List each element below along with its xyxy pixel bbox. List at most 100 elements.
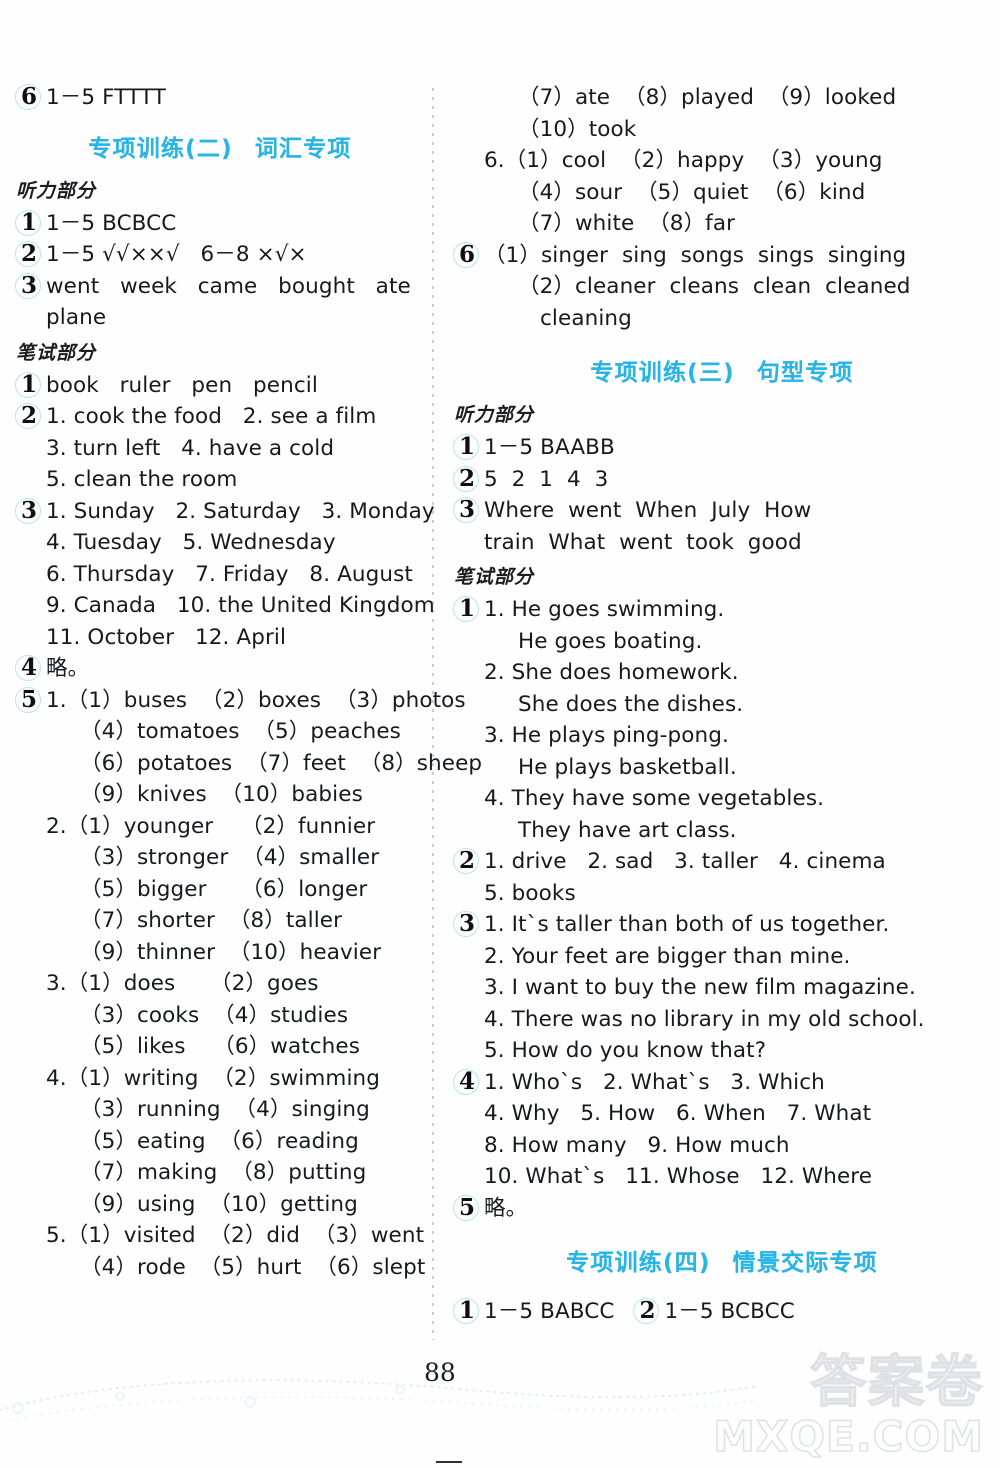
answer-item: 1 book ruler pen pencil: [14, 370, 426, 402]
answer-line: 11. October 12. April: [46, 624, 287, 650]
answer-body: book ruler pen pencil: [46, 370, 426, 402]
answer-body: 1－5 √√××√ 6－8 ×√×: [46, 239, 426, 271]
question-number: 3: [14, 271, 44, 301]
answer-line: He goes boating.: [518, 628, 703, 654]
answer-line: 4. Why 5. How 6. When 7. What: [484, 1101, 872, 1126]
question-number: 6: [452, 240, 482, 270]
answer-line: 4.（1）writing （2）swimming: [46, 1065, 381, 1091]
question-number: 2: [14, 239, 44, 269]
answer-line: 1－5 BABCC: [484, 1299, 615, 1324]
answer-line: 8. How many 9. How much: [484, 1132, 790, 1158]
answer-item-continued: · （7）ate （8）played （9）looked （10）took 6.…: [452, 82, 992, 240]
answer-body: 1.（1）buses （2）boxes （3）photos （4）tomatoe…: [46, 685, 482, 1284]
answer-item: 6 （1）singer sing songs sings singing （2）…: [452, 240, 992, 335]
answer-line: 1. It`s taller than both of us together.: [484, 912, 890, 937]
answer-body: 略。: [484, 1193, 992, 1225]
answer-body: 1. cook the food 2. see a film 3. turn l…: [46, 401, 426, 496]
watermark-en-text: MXQE.COM: [712, 1412, 984, 1461]
answer-body: 1－5 BCBCC: [46, 208, 426, 240]
answer-line: 1－5 FTTTT: [46, 85, 166, 110]
answer-line: （1）singer sing songs sings singing: [484, 242, 907, 268]
answer-body: 1. Who`s 2. What`s 3. Which 4. Why 5. Ho…: [484, 1067, 992, 1193]
answer-body: 1. He goes swimming. He goes boating. 2.…: [484, 594, 992, 846]
question-number: 3: [452, 909, 482, 939]
answer-body: 1. drive 2. sad 3. taller 4. cinema 5. b…: [484, 846, 992, 909]
answer-line: They have art class.: [518, 817, 737, 843]
answer-line: （10）took: [518, 116, 637, 142]
answer-item: 1 1. He goes swimming. He goes boating. …: [452, 594, 992, 846]
answer-line: （7）shorter （8）taller: [80, 908, 343, 933]
question-number: 1: [452, 594, 482, 624]
listening-part-label: 听力部分: [454, 404, 535, 426]
answer-body: 1. It`s taller than both of us together.…: [484, 909, 992, 1067]
answer-line: 1. He goes swimming.: [484, 597, 725, 622]
answer-line: He plays basketball.: [518, 754, 737, 780]
question-number: 1: [14, 370, 44, 400]
answer-line: （7）white （8）far: [518, 211, 736, 236]
answer-line: 1. cook the food 2. see a film: [46, 404, 377, 429]
bottom-rule: [436, 1461, 462, 1463]
answer-line: 5. How do you know that?: [484, 1038, 767, 1063]
answer-item: 3 went week came bought ate plane: [14, 271, 426, 334]
answer-line: （7）ate （8）played （9）looked: [518, 85, 897, 110]
answer-line: 1. Who`s 2. What`s 3. Which: [484, 1069, 825, 1095]
section-subtitle: 句型专项: [756, 360, 854, 386]
answer-line: 2. She does homework.: [484, 660, 739, 685]
section-heading-four: 专项训练(四) 情景交际专项: [452, 1246, 992, 1280]
watermark: 答案卷 MXQE.COM: [654, 1350, 984, 1464]
answer-line: 10. What`s 11. Whose 12. Where: [484, 1164, 873, 1189]
answer-item: 1 1－5 BAABB: [452, 432, 992, 464]
answer-item: 2 5 2 1 4 3: [452, 464, 992, 496]
answer-line: 1－5 √√××√ 6－8 ×√×: [46, 242, 307, 267]
written-part-label: 笔试部分: [16, 341, 97, 364]
answer-item: 5 略。: [452, 1193, 992, 1225]
answer-line: 1.（1）buses （2）boxes （3）photos: [46, 687, 466, 713]
answer-line: （7）making （8）putting: [80, 1160, 367, 1185]
answer-body: Where went When July How train What went…: [484, 495, 992, 558]
watermark-cn-text: 答案卷: [809, 1350, 984, 1415]
answer-line: 2.（1）younger （2）funnier: [46, 813, 376, 839]
decorative-swoosh: [0, 1379, 760, 1421]
answer-item: 2 1. cook the food 2. see a film 3. turn…: [14, 401, 426, 496]
answer-item: 5 1.（1）buses （2）boxes （3）photos （4）tomat…: [14, 685, 482, 1284]
answer-line: （5）bigger （6）longer: [80, 876, 368, 902]
answer-line: （2）cleaner cleans clean cleaned: [518, 274, 911, 299]
answer-line: plane: [46, 305, 107, 330]
answer-line: cleaning: [540, 305, 632, 331]
answer-line: 1－5 BAABB: [484, 435, 615, 460]
answer-body: 略。: [46, 653, 426, 685]
answer-item: 4 略。: [14, 653, 426, 685]
answer-item: 3 1. It`s taller than both of us togethe…: [452, 909, 992, 1067]
question-number: 1: [14, 208, 44, 238]
left-column: 6 1－5 FTTTT 专项训练(二) 词汇专项 听力部分 1 1－5 BCBCC…: [14, 82, 482, 1284]
answer-item: 1 1－5 BCBCC: [14, 208, 426, 240]
answer-line: 5.（1）visited （2）did （3）went: [46, 1223, 425, 1248]
section-subtitle: 词汇专项: [254, 135, 352, 162]
answer-item: 2 1. drive 2. sad 3. taller 4. cinema 5.…: [452, 846, 992, 909]
answer-line: 6.（1）cool （2）happy （3）young: [484, 148, 883, 173]
section-subtitle: 情景交际专项: [732, 1250, 878, 1276]
question-number: 4: [14, 653, 44, 683]
question-number: 2: [452, 846, 482, 876]
answer-item: 3 Where went When July How train What we…: [452, 495, 992, 558]
answer-line: （9）knives （10）babies: [80, 782, 363, 807]
answer-line: 4. There was no library in my old school…: [484, 1006, 925, 1032]
answer-line: 3.（1）does （2）goes: [46, 971, 319, 996]
answer-body: 1. Sunday 2. Saturday 3. Monday 4. Tuesd…: [46, 496, 435, 654]
section-title: 专项训练(四): [566, 1250, 711, 1276]
answer-line: （3）running （4）singing: [80, 1097, 370, 1122]
answer-line: went week came bought ate: [46, 273, 411, 299]
answer-body: 5 2 1 4 3: [484, 464, 992, 496]
answer-line: 5. books: [484, 880, 576, 906]
written-part-label: 笔试部分: [454, 566, 535, 588]
question-number: 2: [632, 1296, 662, 1326]
question-number: 2: [452, 464, 482, 494]
answer-body: （1）singer sing songs sings singing （2）cl…: [484, 240, 992, 335]
answer-line: 4. They have some vegetables.: [484, 786, 825, 811]
answer-line: （4）sour （5）quiet （6）kind: [518, 179, 866, 205]
answer-line: （3）cooks （4）studies: [80, 1002, 349, 1028]
answer-line: 1. drive 2. sad 3. taller 4. cinema: [484, 849, 886, 874]
answer-line: 略。: [484, 1195, 528, 1221]
answer-line: 略。: [46, 656, 90, 681]
answer-line: 6. Thursday 7. Friday 8. August: [46, 561, 413, 587]
